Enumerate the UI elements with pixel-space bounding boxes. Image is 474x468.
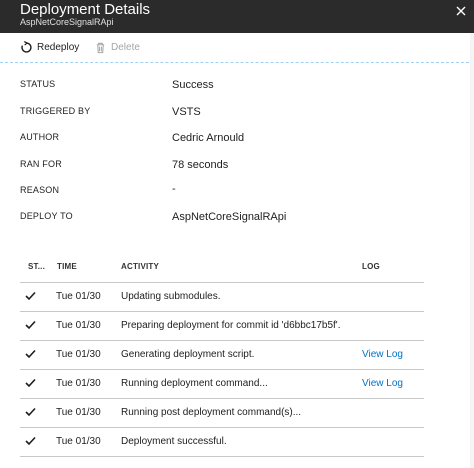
author-value: Cedric Arnould: [172, 132, 245, 144]
row-time: Tue 01/30: [56, 407, 101, 418]
table-row[interactable]: Tue 01/30 Running post deployment comman…: [20, 399, 424, 428]
table-row[interactable]: Tue 01/30 Deployment successful.: [20, 428, 424, 457]
row-time: Tue 01/30: [56, 320, 101, 331]
checkmark-icon: [25, 349, 36, 359]
row-activity: Generating deployment script.: [121, 349, 255, 360]
checkmark-icon: [25, 320, 36, 330]
row-activity: Running post deployment command(s)...: [121, 407, 302, 418]
view-log-link[interactable]: View Log: [362, 349, 403, 360]
scrollbar[interactable]: [470, 33, 474, 468]
checkmark-icon: [25, 407, 36, 417]
table-row[interactable]: Tue 01/30 Updating submodules.: [20, 283, 424, 312]
toolbar-divider: [0, 62, 474, 63]
column-header-time[interactable]: TIME: [57, 262, 77, 271]
row-activity: Updating submodules.: [121, 291, 221, 302]
delete-label: Delete: [111, 41, 140, 53]
column-header-log[interactable]: LOG: [362, 262, 380, 271]
reason-value: -: [172, 183, 176, 195]
delete-button[interactable]: Delete: [94, 39, 140, 55]
row-time: Tue 01/30: [56, 349, 101, 360]
status-value: Success: [172, 79, 214, 91]
blade-subtitle: AspNetCoreSignalRApi: [20, 17, 114, 27]
row-activity: Preparing deployment for commit id 'd6bb…: [121, 320, 341, 331]
triggered-by-value: VSTS: [172, 106, 201, 118]
row-time: Tue 01/30: [56, 436, 101, 447]
status-label: STATUS: [20, 79, 56, 89]
table-row[interactable]: Tue 01/30 Preparing deployment for commi…: [20, 312, 424, 341]
row-time: Tue 01/30: [56, 291, 101, 302]
redeploy-label: Redeploy: [37, 41, 80, 53]
table-row[interactable]: Tue 01/30 Generating deployment script. …: [20, 341, 424, 370]
trash-icon: [96, 42, 105, 53]
blade-header: Deployment Details AspNetCoreSignalRApi: [0, 0, 474, 33]
close-icon[interactable]: [454, 4, 468, 18]
row-time: Tue 01/30: [56, 378, 101, 389]
refresh-icon: [21, 40, 32, 53]
view-log-link[interactable]: View Log: [362, 378, 403, 389]
ran-for-value: 78 seconds: [172, 159, 229, 171]
reason-label: REASON: [20, 185, 60, 195]
column-header-activity[interactable]: ACTIVITY: [121, 262, 159, 271]
triggered-by-label: TRIGGERED BY: [20, 106, 91, 116]
deploy-to-label: DEPLOY TO: [20, 211, 73, 221]
checkmark-icon: [25, 378, 36, 388]
blade-title: Deployment Details: [20, 1, 151, 18]
row-activity: Deployment successful.: [121, 436, 227, 447]
table-row[interactable]: Tue 01/30 Running deployment command... …: [20, 370, 424, 399]
column-header-status[interactable]: ST...: [28, 262, 45, 271]
deploy-to-value: AspNetCoreSignalRApi: [172, 211, 287, 223]
author-label: AUTHOR: [20, 132, 60, 142]
checkmark-icon: [25, 291, 36, 301]
redeploy-button[interactable]: Redeploy: [20, 39, 79, 55]
command-bar: Redeploy Delete: [0, 33, 474, 61]
row-activity: Running deployment command...: [121, 378, 268, 389]
ran-for-label: RAN FOR: [20, 159, 62, 169]
checkmark-icon: [25, 436, 36, 446]
